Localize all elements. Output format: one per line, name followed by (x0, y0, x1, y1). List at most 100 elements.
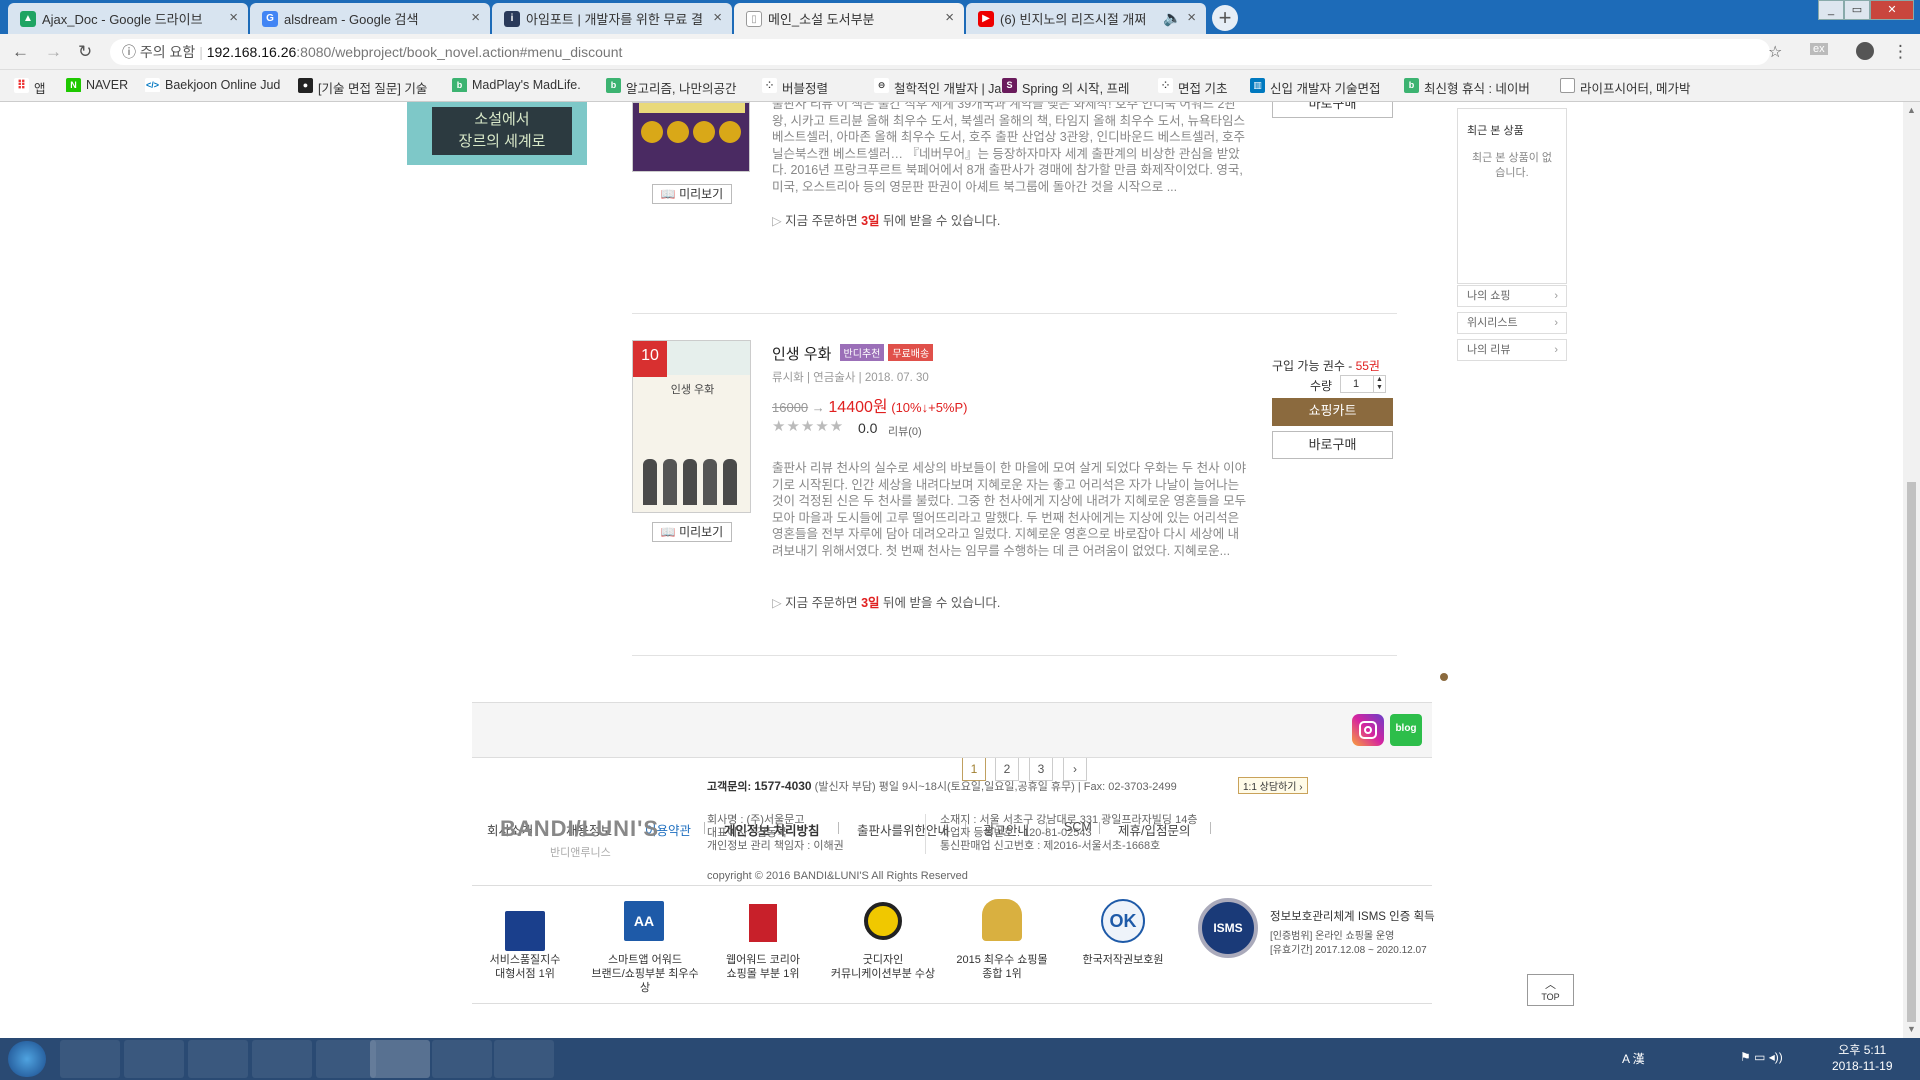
start-button[interactable] (8, 1041, 46, 1077)
stepper-arrows-icon[interactable]: ▲ ▼ (1373, 376, 1385, 392)
blog-icon: b (452, 78, 467, 92)
close-icon[interactable]: × (713, 9, 722, 26)
book-description: 출판사 리뷰 이 책은 출간 직후 세계 39개국과 계약을 맺은 화제작! 호… (772, 102, 1246, 194)
tab-main-novel[interactable]: ▯ 메인_소설 도서부분 × (734, 3, 964, 34)
security-warning[interactable]: 주의 요함 (140, 44, 195, 60)
taskbar-office-icon[interactable] (252, 1040, 312, 1078)
bookmark-algorithm[interactable]: b 알고리즘, 나만의공간 (606, 78, 744, 97)
bookmark-rest[interactable]: b 최신형 휴식 : 네이버 (1404, 78, 1554, 97)
sidebar-my-reviews[interactable]: 나의 리뷰 › (1457, 339, 1567, 361)
app-award-icon: AA (624, 901, 664, 941)
url-field[interactable]: ⓘ 주의 요함 | 192.168.16.26:8080/webproject/… (110, 39, 1770, 65)
speaker-icon[interactable]: 🔈 (1163, 9, 1182, 27)
code-icon: </> (145, 78, 160, 92)
taskbar-line-icon[interactable] (432, 1040, 492, 1078)
back-icon[interactable]: ← (12, 42, 29, 62)
bookmark-interview-basic[interactable]: ⁘ 면접 기초 (1158, 78, 1258, 97)
discount-rate: (10%↓+5%P) (891, 400, 968, 415)
tab-title: 메인_소설 도서부분 (768, 12, 875, 27)
star-icon[interactable]: ☆ (1768, 42, 1782, 62)
maximize-button[interactable]: ▭ (1844, 0, 1870, 20)
bookmark-naver[interactable]: N NAVER (66, 78, 136, 92)
scroll-down-icon[interactable]: ▼ (1907, 1024, 1916, 1034)
recommend-badge: 반디추천 (839, 344, 885, 361)
novel-genre-banner[interactable]: 소설에서 장르의 세계로 (407, 102, 587, 165)
taskbar-explorer-icon[interactable] (124, 1040, 184, 1078)
bookmark-interview[interactable]: ● [기술 면접 질문] 기술 (298, 78, 436, 97)
tab-youtube[interactable]: ▶ (6) 빈지노의 리즈시절 개쩌 🔈 × (966, 3, 1206, 34)
taskbar-paint-icon[interactable] (494, 1040, 554, 1078)
bookmark-newbie[interactable]: ▥ 신입 개발자 기술면접 (1250, 78, 1392, 97)
book-publisher[interactable]: 연금술사 (813, 372, 855, 384)
tab-title: Ajax_Doc - Google 드라이브 (42, 12, 203, 27)
truck-icon: ▷ (772, 596, 782, 610)
award-copyright: 한국저작권보호원 (1082, 954, 1164, 966)
isms-period: [유효기간] 2017.12.08 ~ 2020.12.07 (1270, 945, 1427, 956)
bookmark-philosophy[interactable]: ⊖ 철학적인 개발자 | Ja (874, 78, 1004, 97)
minimize-button[interactable]: _ (1818, 0, 1844, 20)
chat-consult-button[interactable]: 1:1 상담하기 › (1238, 777, 1308, 794)
reload-icon[interactable]: ↻ (78, 42, 92, 62)
sidebar-my-shopping[interactable]: 나의 쇼핑 › (1457, 285, 1567, 307)
scrollbar-thumb[interactable] (1907, 482, 1916, 1022)
cover-title: 인생 우화 (670, 384, 715, 396)
new-tab-button[interactable]: + (1212, 5, 1238, 31)
add-to-cart-button[interactable]: 쇼핑카트 (1272, 398, 1393, 426)
isms-scope: [인증범위] 온라인 쇼핑몰 운영 (1270, 931, 1395, 942)
dots-icon: ⁘ (1158, 78, 1173, 93)
bookmark-bubble[interactable]: ⁘ 버블정렬 (762, 78, 862, 97)
sidebar-wishlist[interactable]: 위시리스트 › (1457, 312, 1567, 334)
chevron-right-icon: › (1554, 344, 1558, 356)
spring-icon: S (1002, 78, 1017, 93)
bookmark-lifetheater[interactable]: 라이프시어터, 메가박 (1560, 78, 1700, 97)
buy-now-button[interactable]: 바로구매 (1272, 102, 1393, 118)
close-icon[interactable]: × (1187, 9, 1196, 26)
truck-icon: ▷ (772, 214, 782, 228)
review-count[interactable]: 리뷰(0) (888, 423, 922, 439)
quantity-stepper[interactable]: 1 ▲ ▼ (1340, 375, 1386, 393)
tab-google-drive[interactable]: ▲ Ajax_Doc - Google 드라이브 × (8, 3, 248, 34)
bookmark-spring[interactable]: S Spring 의 시작, 프레 (1002, 78, 1140, 97)
scroll-top-button[interactable]: ︿ TOP (1527, 974, 1574, 1006)
company-info-right: 소재지 : 서울 서초구 강남대로 331 광일프라자빌딩 14층 사업자 등록… (940, 814, 1198, 852)
taskbar-chrome-icon[interactable] (370, 1040, 430, 1078)
menu-icon[interactable]: ⋮ (1892, 42, 1909, 62)
bookmark-apps[interactable]: ⠿ 앱 (14, 78, 54, 97)
taskbar-help-icon[interactable] (188, 1040, 248, 1078)
blog-icon[interactable]: blog (1390, 714, 1422, 746)
bookmark-baekjoon[interactable]: </> Baekjoon Online Jud (145, 78, 285, 92)
taskbar-java-icon[interactable] (60, 1040, 120, 1078)
book-author[interactable]: 류시화 (772, 372, 804, 384)
extension-icon[interactable]: ex (1810, 43, 1828, 55)
forward-icon[interactable]: → (45, 42, 62, 62)
close-icon[interactable]: × (945, 9, 954, 26)
avatar[interactable] (1856, 42, 1874, 60)
instagram-icon[interactable] (1352, 714, 1384, 746)
close-icon[interactable]: × (229, 9, 238, 26)
preview-button[interactable]: 📖 미리보기 (652, 184, 732, 204)
stock-info: 구입 가능 권수 - 55권 (1272, 359, 1380, 373)
book-cover[interactable] (632, 102, 750, 172)
book-title[interactable]: 인생 우화 반디추천 무료배송 (772, 343, 934, 364)
preview-button[interactable]: 📖 미리보기 (652, 522, 732, 542)
free-shipping-badge: 무료배송 (888, 344, 934, 361)
clock[interactable]: 오후 5:11 2018-11-19 (1832, 1042, 1893, 1074)
buy-now-button[interactable]: 바로구매 (1272, 431, 1393, 459)
tab-google-search[interactable]: G alsdream - Google 검색 × (250, 3, 490, 34)
tab-iamport[interactable]: i 아임포트 | 개발자를 위한 무료 결 × (492, 3, 732, 34)
info-icon[interactable]: ⓘ (122, 44, 136, 60)
tab-title: 아임포트 | 개발자를 위한 무료 결 (526, 12, 703, 27)
bookmark-madplay[interactable]: b MadPlay's MadLife. (452, 78, 587, 92)
footer-link-publishers[interactable]: 출판사를위한안내 (857, 820, 949, 839)
close-icon[interactable]: × (471, 9, 480, 26)
delivery-info: ▷ 지금 주문하면 3일 뒤에 받을 수 있습니다. (772, 214, 1001, 228)
tray-icons[interactable]: ⚑ ▭ ◂)) (1740, 1050, 1783, 1064)
customer-service-info: 고객문의: 1577-4030 (발신자 부담) 평일 9시~18시(토요일,일… (707, 779, 1177, 793)
scroll-up-icon[interactable]: ▲ (1907, 105, 1916, 115)
taskbar-notes-icon[interactable] (316, 1040, 376, 1078)
quantity-label: 수량 (1310, 379, 1333, 393)
page-scrollbar[interactable]: ▲ ▼ (1903, 102, 1920, 1038)
close-window-button[interactable]: ✕ (1870, 0, 1914, 20)
ime-indicator[interactable]: A 漢 (1622, 1050, 1645, 1067)
book-cover[interactable]: 10 인생 우화 (632, 340, 751, 513)
